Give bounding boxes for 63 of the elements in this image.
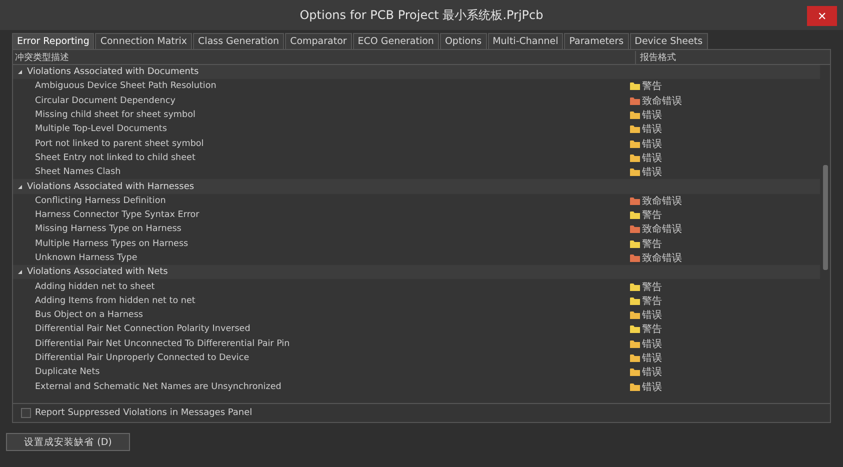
window-title: Options for PCB Project 最小系统板.PrjPcb bbox=[300, 6, 544, 24]
tab[interactable]: Multi-Channel bbox=[488, 33, 564, 49]
report-level[interactable]: 错误 bbox=[642, 308, 662, 322]
report-level[interactable]: 警告 bbox=[642, 322, 662, 336]
collapse-icon[interactable] bbox=[17, 69, 23, 76]
tab[interactable]: Connection Matrix bbox=[95, 33, 192, 49]
close-button[interactable]: ✕ bbox=[807, 6, 837, 26]
tab[interactable]: Error Reporting bbox=[12, 33, 94, 49]
violation-label[interactable]: Conflicting Harness Definition bbox=[13, 196, 630, 206]
report-level[interactable]: 错误 bbox=[642, 336, 662, 351]
violation-label[interactable]: Differential Pair Unproperly Connected to Device bbox=[13, 353, 630, 364]
violation-label[interactable]: Missing child sheet for sheet symbol bbox=[13, 110, 630, 120]
violation-label[interactable]: Port not linked to parent sheet symbol bbox=[13, 138, 630, 149]
report-level[interactable]: 错误 bbox=[642, 165, 662, 180]
tab[interactable]: ECO Generation bbox=[352, 33, 439, 49]
tab[interactable]: Options bbox=[440, 33, 487, 49]
report-level[interactable]: 错误 bbox=[642, 351, 662, 366]
report-level[interactable]: 错误 bbox=[642, 365, 662, 380]
tab[interactable]: Parameters bbox=[564, 33, 629, 49]
report-level[interactable]: 警告 bbox=[642, 280, 662, 294]
report-level[interactable]: 错误 bbox=[642, 122, 662, 136]
report-level[interactable]: 警告 bbox=[642, 79, 662, 94]
violation-label[interactable]: Bus Object on a Harness bbox=[13, 310, 630, 320]
report-level[interactable]: 错误 bbox=[642, 136, 662, 151]
tab[interactable]: Device Sheets bbox=[630, 33, 708, 49]
report-level[interactable]: 致命错误 bbox=[642, 94, 682, 108]
violation-label[interactable]: External and Schematic Net Names are Unsynchronized bbox=[13, 382, 630, 392]
violation-label[interactable]: Ambiguous Device Sheet Path Resolution bbox=[13, 81, 630, 92]
violation-label[interactable]: Differential Pair Net Connection Polarity Inversed bbox=[13, 324, 630, 334]
tab[interactable]: Comparator bbox=[285, 33, 352, 49]
violation-label[interactable]: Differential Pair Net Unconnected To Differerential Pair Pin bbox=[13, 338, 630, 349]
report-level[interactable]: 致命错误 bbox=[642, 251, 682, 265]
scrollbar-thumb[interactable] bbox=[823, 165, 828, 270]
violation-label[interactable]: Sheet Entry not linked to child sheet bbox=[13, 152, 630, 163]
group-label[interactable]: Violations Associated with Harnesses bbox=[27, 182, 194, 192]
set-default-button[interactable]: 设置成安装缺省 (D) bbox=[6, 433, 130, 451]
group-label[interactable]: Violations Associated with Nets bbox=[27, 267, 168, 278]
violation-label[interactable]: Multiple Harness Types on Harness bbox=[13, 238, 630, 249]
violation-label[interactable]: Adding hidden net to sheet bbox=[13, 282, 630, 292]
violation-label[interactable]: Duplicate Nets bbox=[13, 367, 630, 378]
column-header[interactable]: 冲突类型描述 bbox=[13, 50, 635, 64]
violation-label[interactable]: Harness Connector Type Syntax Error bbox=[13, 210, 630, 220]
report-level[interactable]: 错误 bbox=[642, 150, 662, 165]
violation-label[interactable]: Sheet Names Clash bbox=[13, 167, 630, 178]
group-label[interactable]: Violations Associated with Documents bbox=[27, 67, 199, 78]
violation-label[interactable]: Circular Document Dependency bbox=[13, 96, 630, 106]
report-level[interactable]: 警告 bbox=[642, 294, 662, 308]
tab[interactable]: Class Generation bbox=[193, 33, 284, 49]
violation-label[interactable]: Multiple Top-Level Documents bbox=[13, 124, 630, 134]
collapse-icon[interactable] bbox=[17, 269, 23, 276]
report-level[interactable]: 警告 bbox=[642, 208, 662, 222]
report-level[interactable]: 警告 bbox=[642, 236, 662, 251]
collapse-icon[interactable] bbox=[17, 184, 23, 190]
report-level[interactable]: 致命错误 bbox=[642, 194, 682, 208]
checkbox[interactable] bbox=[21, 408, 31, 418]
violation-label[interactable]: Adding Items from hidden net to net bbox=[13, 296, 630, 306]
violation-label[interactable]: Missing Harness Type on Harness bbox=[13, 224, 630, 234]
violation-label[interactable]: Unknown Harness Type bbox=[13, 253, 630, 263]
report-level[interactable]: 错误 bbox=[642, 380, 662, 394]
column-header[interactable]: 报告格式 bbox=[635, 50, 830, 64]
report-level[interactable]: 错误 bbox=[642, 108, 662, 122]
report-level[interactable]: 致命错误 bbox=[642, 222, 682, 236]
checkbox-label[interactable]: Report Suppressed Violations in Messages Panel bbox=[35, 408, 252, 418]
